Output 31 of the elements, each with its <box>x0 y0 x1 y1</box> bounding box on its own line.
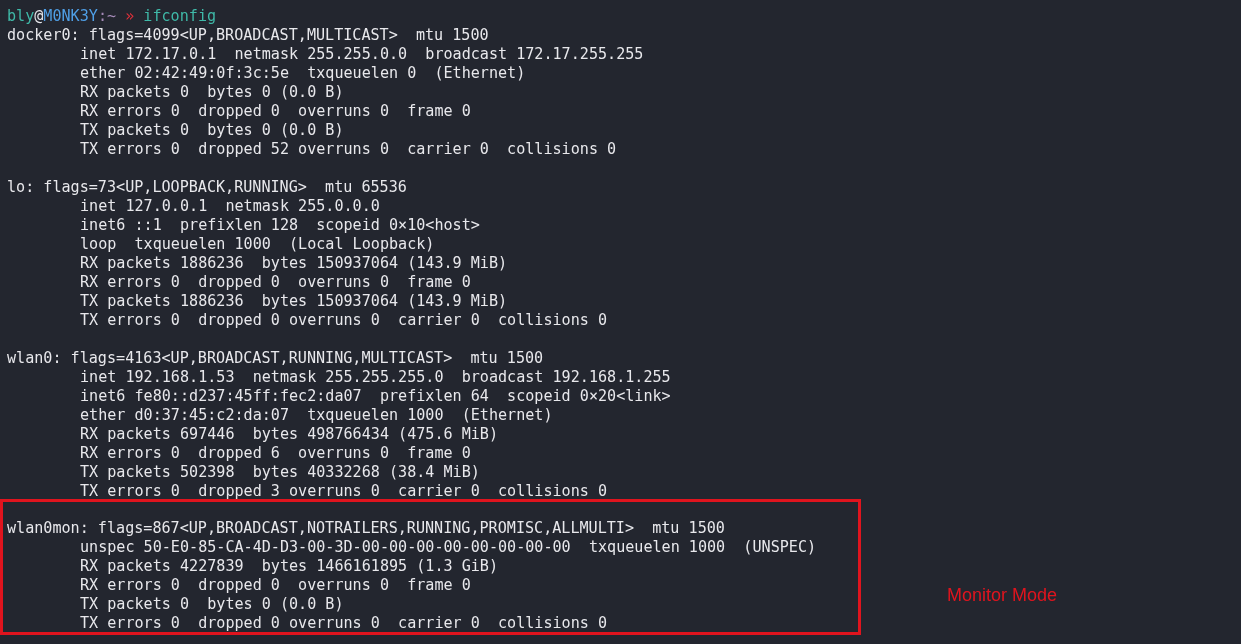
terminal-line: RX errors 0 dropped 0 overruns 0 frame 0 <box>79 102 471 121</box>
terminal-line: ether 02:42:49:0f:3c:5e txqueuelen 0 (Ethernet) <box>79 64 526 83</box>
terminal-line: docker0: flags=4099<UP,BROADCAST,MULTICAST> mtu 1500 <box>7 26 489 45</box>
terminal-line: RX packets 0 bytes 0 (0.0 B) <box>79 83 344 102</box>
prompt-line: bly@M0NK3Y:~ » ifconfig <box>7 7 217 26</box>
terminal-line: RX packets 1886236 bytes 150937064 (143.9 MiB) <box>79 254 508 273</box>
terminal-line: TX packets 502398 bytes 40332268 (38.4 MiB) <box>79 463 480 482</box>
terminal-line: inet 172.17.0.1 netmask 255.255.0.0 broadcast 172.17.255.255 <box>79 45 644 64</box>
terminal-line: TX packets 0 bytes 0 (0.0 B) <box>79 595 344 614</box>
terminal-line: unspec 50-E0-85-CA-4D-D3-00-3D-00-00-00-00-00-00-00-00 txqueuelen 1000 (UNSPEC) <box>79 538 817 557</box>
terminal-line: RX errors 0 dropped 0 overruns 0 frame 0 <box>79 273 471 292</box>
terminal-line: inet6 ::1 prefixlen 128 scopeid 0×10<host> <box>79 216 480 235</box>
terminal-line: RX packets 4227839 bytes 1466161895 (1.3 GiB) <box>79 557 498 576</box>
terminal-line: TX errors 0 dropped 0 overruns 0 carrier 0 collisions 0 <box>79 311 608 330</box>
terminal-line: TX errors 0 dropped 52 overruns 0 carrier 0 collisions 0 <box>79 140 617 159</box>
terminal-line: loop txqueuelen 1000 (Local Loopback) <box>79 235 435 254</box>
terminal-line: inet 192.168.1.53 netmask 255.255.255.0 broadcast 192.168.1.255 <box>79 368 671 387</box>
terminal-line: TX errors 0 dropped 3 overruns 0 carrier 0 collisions 0 <box>79 482 608 501</box>
annotation-label: Monitor Mode <box>947 586 1058 605</box>
terminal-line: lo: flags=73<UP,LOOPBACK,RUNNING> mtu 65536 <box>7 178 407 197</box>
terminal-line: TX errors 0 dropped 0 overruns 0 carrier 0 collisions 0 <box>79 614 608 633</box>
terminal-line: RX packets 697446 bytes 498766434 (475.6 MiB) <box>79 425 498 444</box>
terminal-line: wlan0: flags=4163<UP,BROADCAST,RUNNING,MULTICAST> mtu 1500 <box>7 349 544 368</box>
terminal-line: RX errors 0 dropped 6 overruns 0 frame 0 <box>79 444 471 463</box>
terminal-line: inet6 fe80::d237:45ff:fec2:da07 prefixlen 64 scopeid 0×20<link> <box>79 387 671 406</box>
terminal-line: ether d0:37:45:c2:da:07 txqueuelen 1000 (Ethernet) <box>79 406 553 425</box>
terminal-line: RX errors 0 dropped 0 overruns 0 frame 0 <box>79 576 471 595</box>
terminal-line: TX packets 0 bytes 0 (0.0 B) <box>79 121 344 140</box>
terminal-line: TX packets 1886236 bytes 150937064 (143.9 MiB) <box>79 292 508 311</box>
terminal-line: wlan0mon: flags=867<UP,BROADCAST,NOTRAILERS,RUNNING,PROMISC,ALLMULTI> mtu 1500 <box>7 519 725 538</box>
terminal-line: inet 127.0.0.1 netmask 255.0.0.0 <box>79 197 380 216</box>
